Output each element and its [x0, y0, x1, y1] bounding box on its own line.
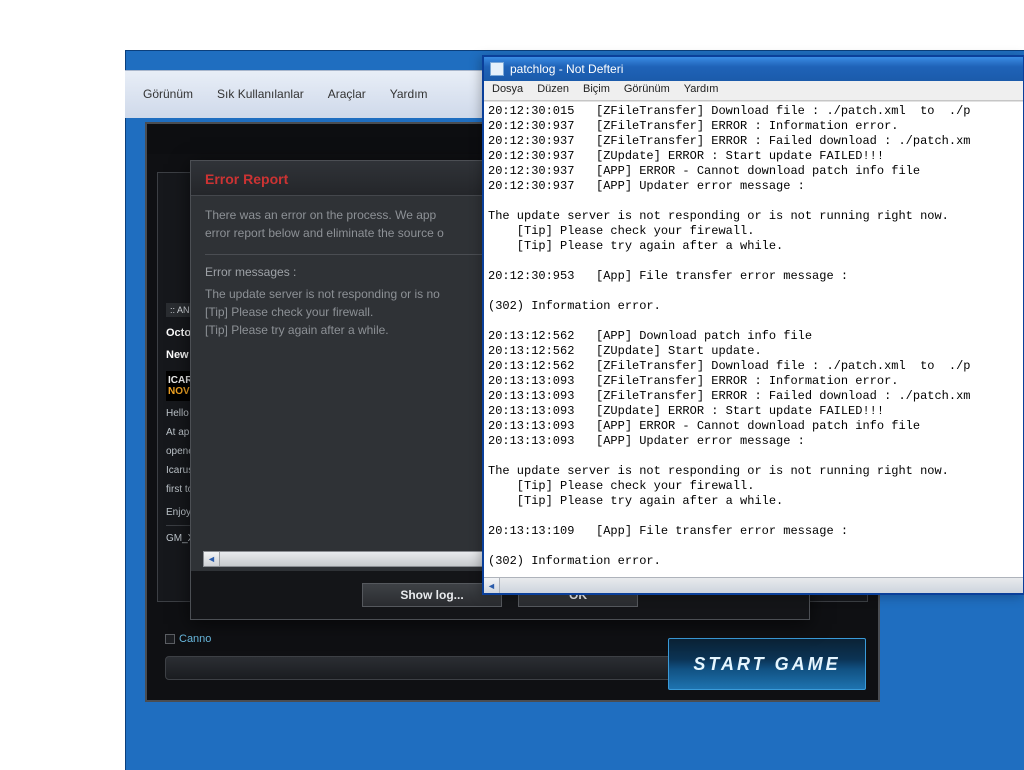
notepad-horizontal-scrollbar[interactable]: ◄	[484, 577, 1023, 593]
show-log-label: Show log...	[400, 588, 463, 602]
browser-menu-view[interactable]: Görünüm	[143, 87, 193, 101]
start-game-button[interactable]: START GAME	[668, 638, 866, 690]
notepad-menu-view[interactable]: Görünüm	[624, 83, 670, 98]
notepad-menu-file[interactable]: Dosya	[492, 83, 523, 98]
notepad-menu-format[interactable]: Biçim	[583, 83, 610, 98]
notepad-title-text: patchlog - Not Defteri	[510, 62, 623, 76]
notepad-menu-help[interactable]: Yardım	[684, 83, 719, 98]
notepad-window: patchlog - Not Defteri Dosya Düzen Biçim…	[482, 55, 1024, 595]
status-text: Canno	[179, 633, 211, 645]
browser-menu-tools[interactable]: Araçlar	[328, 87, 366, 101]
notepad-menubar: Dosya Düzen Biçim Görünüm Yardım	[484, 81, 1023, 101]
notepad-titlebar[interactable]: patchlog - Not Defteri	[484, 57, 1023, 81]
scroll-left-icon[interactable]: ◄	[204, 552, 220, 566]
browser-menu-fav[interactable]: Sık Kullanılanlar	[217, 87, 304, 101]
status-checkbox-icon[interactable]	[165, 634, 175, 644]
start-game-label: START GAME	[693, 654, 840, 675]
banner-line2: NOV	[168, 386, 190, 397]
browser-menu-help[interactable]: Yardım	[390, 87, 428, 101]
notepad-app-icon	[490, 62, 504, 76]
banner-line1: ICAR	[168, 375, 192, 386]
status-row: Canno	[165, 633, 211, 645]
notepad-menu-edit[interactable]: Düzen	[537, 83, 569, 98]
notepad-text-area[interactable]: 20:12:30:015 [ZFileTransfer] Download fi…	[484, 101, 1023, 577]
show-log-button[interactable]: Show log...	[362, 583, 502, 607]
scroll-left-icon[interactable]: ◄	[484, 578, 500, 593]
